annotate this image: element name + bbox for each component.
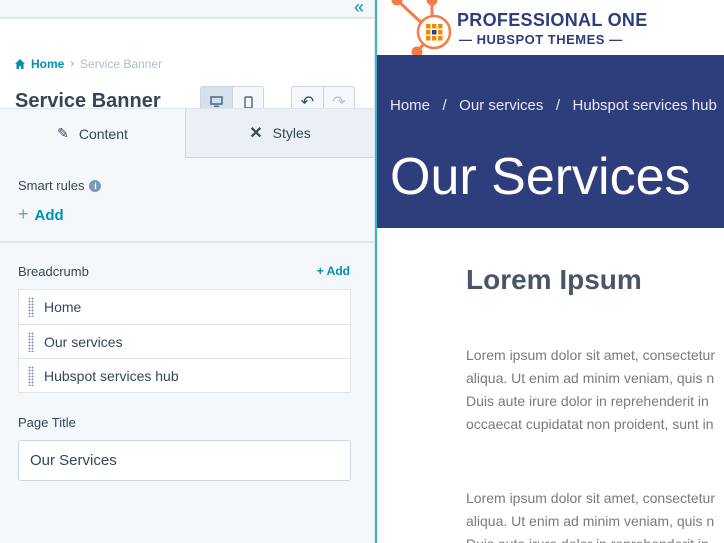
paragraph-line: occaecat cupidatat non proident, sunt in <box>466 416 714 432</box>
item-label: Home <box>44 299 82 315</box>
breadcrumb-separator-icon: › <box>70 58 75 70</box>
add-label: Add <box>34 207 64 224</box>
paragraph-line: Duis aute irure dolor in reprehenderit i… <box>466 533 715 543</box>
section-heading: Lorem Ipsum <box>466 264 642 295</box>
paragraph-line: Lorem ipsum dolor sit amet, consectetur <box>466 490 715 506</box>
home-icon <box>15 59 25 69</box>
banner-breadcrumb[interactable]: Home / Our services / Hubspot services h… <box>390 97 717 114</box>
item-label: Hubspot services hub <box>44 367 179 384</box>
list-item[interactable]: Hubspot services hub <box>19 358 350 392</box>
page-preview: PROFESSIONAL ONE — HUBSPOT THEMES — Home… <box>375 0 724 543</box>
editor-sidebar: « Home › Service Banner Service Banner ↶… <box>0 0 375 543</box>
mobile-icon <box>243 95 253 109</box>
breadcrumb: Home › Service Banner <box>15 57 162 71</box>
breadcrumb-item-list: Home Our services Hubspot services hub <box>18 289 351 393</box>
page-title-label: Page Title <box>18 415 76 430</box>
paragraph-line: Duis aute irure dolor in reprehenderit i… <box>466 393 709 409</box>
tab-styles[interactable]: ✕ Styles <box>185 109 374 158</box>
sidebar-top-strip: « <box>0 0 374 19</box>
desktop-icon <box>210 96 223 108</box>
logo-icon <box>391 0 452 55</box>
list-item[interactable]: Our services <box>19 324 350 358</box>
paragraph-line: aliqua. Ut enim ad minim veniam, quis n <box>466 513 715 529</box>
info-icon[interactable]: i <box>89 179 102 192</box>
banner-title: Our Services <box>390 148 691 206</box>
breadcrumb-home-link[interactable]: Home <box>31 57 64 71</box>
plus-icon: + <box>18 204 29 224</box>
breadcrumb-current: Service Banner <box>80 57 163 71</box>
pencil-icon: ✎ <box>57 125 69 141</box>
drag-handle-icon[interactable] <box>28 365 34 386</box>
item-label: Our services <box>44 333 123 350</box>
drag-handle-icon[interactable] <box>28 297 34 317</box>
tab-label: Styles <box>272 125 311 141</box>
page-title-input[interactable] <box>18 440 351 481</box>
logo-subtext: — HUBSPOT THEMES — <box>459 32 623 47</box>
brush-icon: ✕ <box>249 125 263 142</box>
paragraph: Lorem ipsum dolor sit amet, consectetur … <box>466 344 715 436</box>
tab-label: Content <box>78 125 128 142</box>
drag-handle-icon[interactable] <box>28 331 34 352</box>
tab-content[interactable]: ✎ Content <box>0 109 185 158</box>
logo-text: PROFESSIONAL ONE <box>457 10 648 30</box>
smart-rules-text: Smart rules <box>18 178 85 193</box>
smart-rules-label: Smart rules i <box>18 178 102 193</box>
section-divider <box>0 241 374 243</box>
editor-tabs: ✎ Content ✕ Styles <box>0 108 374 158</box>
module-header: Home › Service Banner Service Banner ↶ ↷ <box>0 19 374 118</box>
list-item[interactable]: Home <box>19 290 350 324</box>
paragraph: Lorem ipsum dolor sit amet, consectetur … <box>466 487 715 543</box>
add-smart-rule-button[interactable]: + Add <box>18 204 64 225</box>
collapse-sidebar-icon[interactable]: « <box>354 0 364 18</box>
paragraph-line: aliqua. Ut enim ad minim veniam, quis n <box>466 370 715 386</box>
breadcrumb-field-label: Breadcrumb <box>18 264 89 279</box>
site-header: PROFESSIONAL ONE — HUBSPOT THEMES — <box>377 0 724 55</box>
paragraph-line: Lorem ipsum dolor sit amet, consectetur <box>466 347 715 363</box>
service-banner: Home / Our services / Hubspot services h… <box>377 55 724 228</box>
add-breadcrumb-item-button[interactable]: + Add <box>317 264 350 278</box>
